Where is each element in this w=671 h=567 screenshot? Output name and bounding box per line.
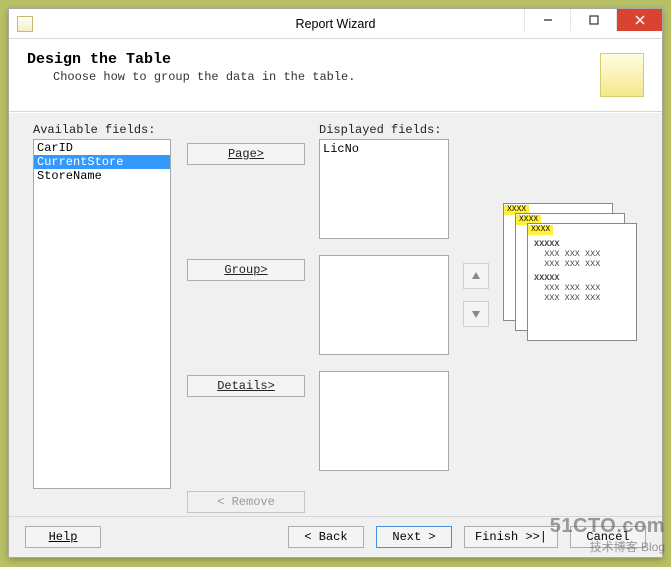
details-button[interactable]: Details> bbox=[187, 375, 305, 397]
page-button[interactable]: Page> bbox=[187, 143, 305, 165]
wizard-page-icon bbox=[600, 53, 644, 97]
maximize-button[interactable] bbox=[570, 9, 616, 31]
list-item[interactable]: CarID bbox=[34, 141, 170, 155]
layout-preview: XXXX XXXX XXXX XXXXX XXX XXX XXX XXX XXX… bbox=[503, 203, 643, 333]
details-fields-listbox[interactable] bbox=[319, 371, 449, 471]
group-button[interactable]: Group> bbox=[187, 259, 305, 281]
displayed-fields-label: Displayed fields: bbox=[319, 123, 449, 137]
move-up-button[interactable] bbox=[463, 263, 489, 289]
page-title: Design the Table bbox=[27, 51, 355, 68]
close-button[interactable] bbox=[616, 9, 662, 31]
finish-button[interactable]: Finish >>| bbox=[464, 526, 558, 548]
list-item[interactable]: StoreName bbox=[34, 169, 170, 183]
available-fields-listbox[interactable]: CarIDCurrentStoreStoreName bbox=[33, 139, 171, 489]
group-fields-listbox[interactable] bbox=[319, 255, 449, 355]
minimize-button[interactable] bbox=[524, 9, 570, 31]
wizard-footer: Help < Back Next > Finish >>| Cancel bbox=[9, 516, 662, 557]
wizard-header: Design the Table Choose how to group the… bbox=[9, 39, 662, 112]
wizard-content: Available fields: CarIDCurrentStoreStore… bbox=[9, 112, 662, 550]
report-wizard-window: Report Wizard Design the Table Choose ho… bbox=[8, 8, 663, 558]
available-fields-label: Available fields: bbox=[33, 123, 171, 137]
page-fields-listbox[interactable]: LicNo bbox=[319, 139, 449, 239]
list-item[interactable]: LicNo bbox=[323, 142, 445, 156]
back-button[interactable]: < Back bbox=[288, 526, 364, 548]
next-button[interactable]: Next > bbox=[376, 526, 452, 548]
page-subtitle: Choose how to group the data in the tabl… bbox=[27, 70, 355, 84]
list-item[interactable]: CurrentStore bbox=[34, 155, 170, 169]
cancel-button[interactable]: Cancel bbox=[570, 526, 646, 548]
help-button[interactable]: Help bbox=[25, 526, 101, 548]
app-icon bbox=[17, 16, 33, 32]
titlebar: Report Wizard bbox=[9, 9, 662, 39]
remove-button[interactable]: < Remove bbox=[187, 491, 305, 513]
move-down-button[interactable] bbox=[463, 301, 489, 327]
